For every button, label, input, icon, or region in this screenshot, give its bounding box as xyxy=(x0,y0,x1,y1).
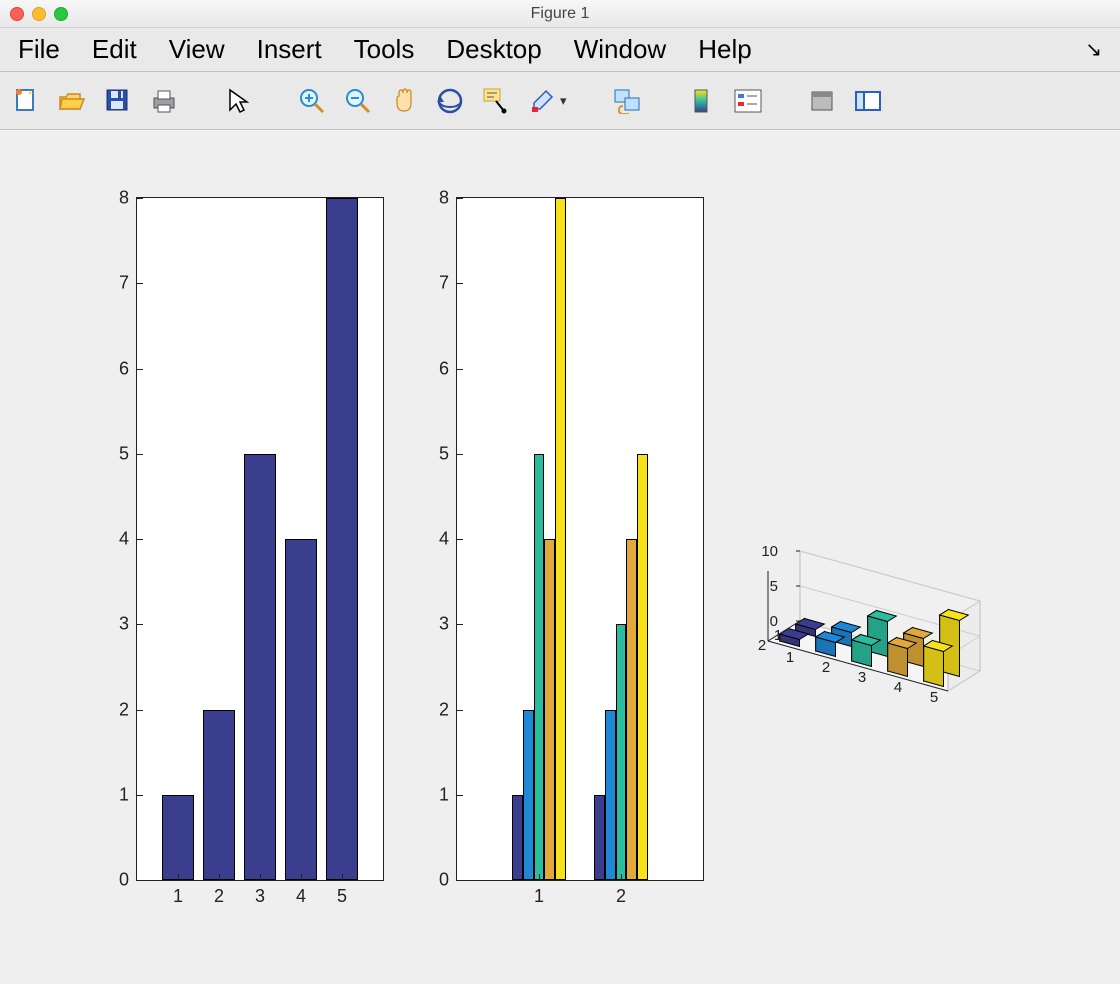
zoom-in-icon[interactable] xyxy=(296,85,328,117)
menu-insert[interactable]: Insert xyxy=(257,34,322,65)
ytick-label: 5 xyxy=(439,443,457,464)
colorbar-icon[interactable] xyxy=(686,85,718,117)
menu-view[interactable]: View xyxy=(169,34,225,65)
axes-bar-3d[interactable]: 05101234512 xyxy=(740,461,1050,661)
ytick-label: 4 xyxy=(439,529,457,550)
bar[interactable] xyxy=(637,454,648,880)
menubar: File Edit View Insert Tools Desktop Wind… xyxy=(0,28,1120,72)
titlebar: Figure 1 xyxy=(0,0,1120,28)
pointer-icon[interactable] xyxy=(222,85,254,117)
dock-icon[interactable] xyxy=(852,85,884,117)
bar[interactable] xyxy=(605,710,616,881)
axes-bar-grouped[interactable]: 01234567812 xyxy=(456,197,704,881)
print-icon[interactable] xyxy=(148,85,180,117)
ytick-label: 3 xyxy=(119,614,137,635)
ytick-label: 2 xyxy=(439,699,457,720)
menu-file[interactable]: File xyxy=(18,34,60,65)
bar[interactable] xyxy=(594,795,605,880)
new-figure-icon[interactable] xyxy=(10,85,42,117)
bar[interactable] xyxy=(162,795,194,880)
ytick-label: 8 xyxy=(439,188,457,209)
ytick-label: 6 xyxy=(119,358,137,379)
bar3d-svg: 05101234512 xyxy=(740,461,1050,661)
xtick-label: 1 xyxy=(173,880,183,907)
bar[interactable] xyxy=(326,198,358,880)
bar[interactable] xyxy=(626,539,637,880)
menu-tools[interactable]: Tools xyxy=(354,34,415,65)
bar[interactable] xyxy=(616,624,627,880)
bar[interactable] xyxy=(203,710,235,881)
figure-canvas[interactable]: 01234567812345 01234567812 05101234512 xyxy=(0,131,1120,984)
svg-text:4: 4 xyxy=(894,679,902,696)
toolbar: ▾ xyxy=(0,72,1120,130)
window-title: Figure 1 xyxy=(0,5,1120,23)
ytick-label: 0 xyxy=(119,870,137,891)
link-icon[interactable] xyxy=(612,85,644,117)
ytick-label: 7 xyxy=(119,273,137,294)
svg-text:10: 10 xyxy=(761,543,778,560)
ytick-label: 3 xyxy=(439,614,457,635)
svg-text:▾: ▾ xyxy=(560,93,567,108)
ytick-label: 8 xyxy=(119,188,137,209)
ytick-label: 1 xyxy=(119,784,137,805)
open-icon[interactable] xyxy=(56,85,88,117)
xtick-label: 4 xyxy=(296,880,306,907)
ytick-label: 7 xyxy=(439,273,457,294)
bar[interactable] xyxy=(544,539,555,880)
bar[interactable] xyxy=(523,710,534,881)
save-icon[interactable] xyxy=(102,85,134,117)
ytick-label: 2 xyxy=(119,699,137,720)
svg-text:1: 1 xyxy=(786,649,794,666)
menu-edit[interactable]: Edit xyxy=(92,34,137,65)
xtick-label: 2 xyxy=(214,880,224,907)
svg-text:5: 5 xyxy=(770,578,778,595)
legend-icon[interactable] xyxy=(732,85,764,117)
menu-overflow-icon[interactable]: ↘ xyxy=(1085,37,1102,62)
menu-desktop[interactable]: Desktop xyxy=(446,34,541,65)
svg-text:3: 3 xyxy=(858,669,866,686)
hide-plot-tools-icon[interactable] xyxy=(806,85,838,117)
zoom-out-icon[interactable] xyxy=(342,85,374,117)
bar[interactable] xyxy=(285,539,317,880)
bar[interactable] xyxy=(555,198,566,880)
ytick-label: 1 xyxy=(439,784,457,805)
svg-text:5: 5 xyxy=(930,689,938,706)
bar[interactable] xyxy=(534,454,545,880)
ytick-label: 4 xyxy=(119,529,137,550)
menu-help[interactable]: Help xyxy=(698,34,751,65)
xtick-label: 5 xyxy=(337,880,347,907)
menu-window[interactable]: Window xyxy=(574,34,666,65)
xtick-label: 1 xyxy=(534,880,544,907)
brush-icon[interactable]: ▾ xyxy=(526,85,570,117)
ytick-label: 0 xyxy=(439,870,457,891)
xtick-label: 2 xyxy=(616,880,626,907)
rotate-3d-icon[interactable] xyxy=(434,85,466,117)
svg-text:2: 2 xyxy=(758,637,766,654)
xtick-label: 3 xyxy=(255,880,265,907)
svg-text:2: 2 xyxy=(822,659,830,676)
pan-icon[interactable] xyxy=(388,85,420,117)
bar[interactable] xyxy=(244,454,276,880)
data-cursor-icon[interactable] xyxy=(480,85,512,117)
axes-bar-single[interactable]: 01234567812345 xyxy=(136,197,384,881)
ytick-label: 6 xyxy=(439,358,457,379)
bar[interactable] xyxy=(512,795,523,880)
svg-text:1: 1 xyxy=(774,627,782,644)
ytick-label: 5 xyxy=(119,443,137,464)
